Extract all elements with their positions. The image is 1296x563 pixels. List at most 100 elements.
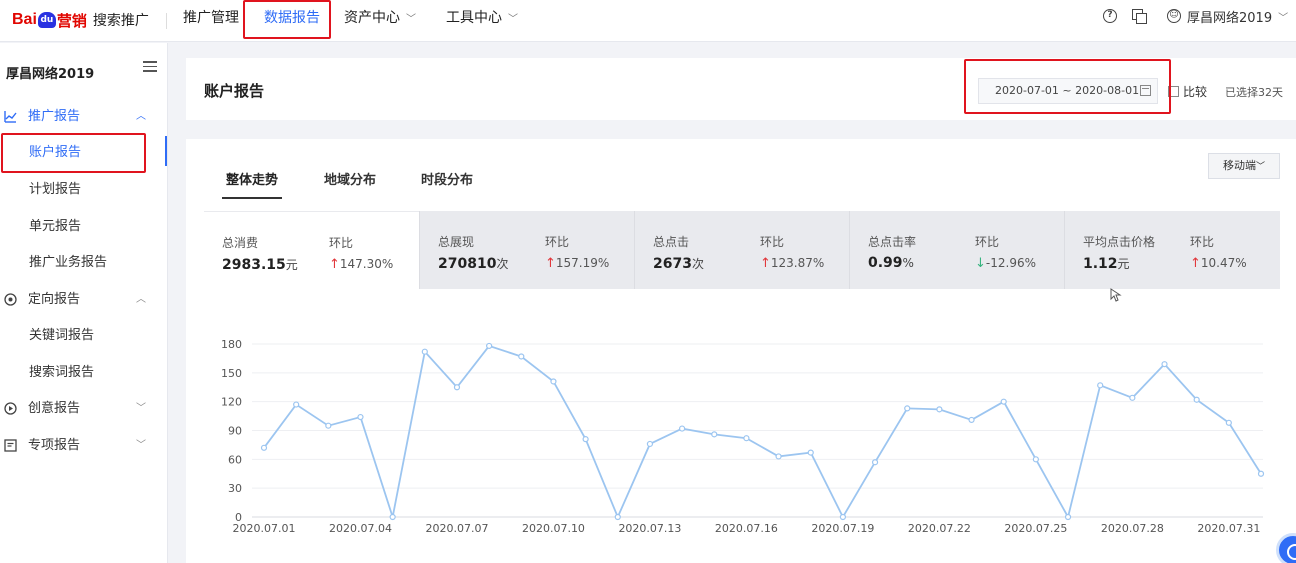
- compare-label: 比较: [1183, 85, 1208, 99]
- chevron-down-icon: ﹀: [1278, 12, 1289, 24]
- report-icon: [4, 439, 17, 452]
- data-point: [839, 513, 847, 521]
- sidebar: 厚昌网络2019 推广报告 ︿ 账户报告 计划报告 单元报告 推广业务报告 定向…: [0, 43, 168, 563]
- copy-button[interactable]: [1132, 6, 1147, 26]
- data-point: [1097, 382, 1104, 389]
- question-circle-icon: ?: [1103, 9, 1117, 23]
- chevron-down-icon: ﹀: [508, 14, 518, 25]
- chevron-up-icon: ︿: [136, 111, 146, 122]
- baidu-marketing-logo[interactable]: Bai du 营销 搜索推广: [12, 8, 149, 32]
- report-header-card: 账户报告 2020-07-01 ~ 2020-08-01 比较 已选择32天: [186, 58, 1296, 120]
- data-point: [389, 513, 396, 521]
- sidebar-group-promotion-report[interactable]: 推广报告 ︿: [0, 102, 168, 132]
- data-point: [1257, 470, 1265, 477]
- date-range-value: 2020-07-01 ~ 2020-08-01: [995, 84, 1140, 97]
- user-menu[interactable]: ☺ 厚昌网络2019 ﹀: [1167, 6, 1288, 26]
- y-tick-label: 150: [221, 367, 242, 380]
- x-tick-label: 2020.07.19: [811, 522, 874, 535]
- data-point: [968, 416, 975, 424]
- nav-tab-label: 资产中心: [344, 10, 400, 26]
- y-tick-label: 60: [228, 453, 242, 466]
- data-point: [646, 440, 654, 448]
- copy-icon: [1132, 9, 1147, 24]
- x-tick-label: 2020.07.25: [1004, 522, 1067, 535]
- target-icon: [4, 293, 17, 306]
- x-tick-label: 2020.07.01: [233, 522, 296, 535]
- compare-checkbox[interactable]: 比较: [1168, 83, 1207, 100]
- data-point: [678, 425, 686, 432]
- data-point: [904, 405, 911, 412]
- logo-bai-text: Bai: [12, 11, 37, 28]
- sidebar-group-label: 创意报告: [28, 401, 81, 416]
- nav-tab-label: 数据报告: [264, 10, 320, 26]
- y-tick-label: 90: [228, 425, 242, 438]
- logo-divider: [166, 13, 167, 29]
- line-chart-icon: [4, 111, 17, 123]
- data-point: [936, 406, 943, 413]
- sidebar-item-label: 关键词报告: [29, 328, 95, 343]
- data-point: [550, 378, 557, 385]
- user-circle-icon: ☺: [1167, 9, 1181, 23]
- y-tick-label: 30: [228, 482, 242, 495]
- sidebar-item-account-report[interactable]: 账户报告: [0, 138, 168, 168]
- play-circle-icon: [4, 402, 17, 415]
- data-point: [453, 384, 461, 391]
- data-point: [1032, 456, 1039, 463]
- help-button[interactable]: ?: [1103, 6, 1117, 26]
- data-point: [486, 342, 493, 350]
- sidebar-item-campaign-report[interactable]: 计划报告: [0, 175, 168, 205]
- data-point: [582, 436, 589, 443]
- checkbox-box: [1168, 86, 1179, 97]
- logo-paw-icon: du: [37, 12, 56, 28]
- x-tick-label: 2020.07.04: [329, 522, 392, 535]
- chevron-up-icon: ︿: [136, 294, 146, 305]
- sidebar-account-name: 厚昌网络2019: [6, 67, 95, 82]
- sidebar-item-search-term-report[interactable]: 搜索词报告: [0, 358, 168, 388]
- report-main-card: 整体走势 地域分布 时段分布 移动端﹀ 总消费 2983.15元 环比 ↑147…: [186, 139, 1296, 563]
- data-point: [614, 513, 621, 521]
- chevron-down-icon: ﹀: [136, 403, 146, 414]
- nav-tab-data-report[interactable]: 数据报告: [264, 0, 320, 42]
- mouse-cursor-icon: [1110, 288, 1122, 302]
- data-point: [293, 401, 300, 408]
- x-tick-label: 2020.07.22: [908, 522, 971, 535]
- collapse-sidebar-icon[interactable]: [143, 61, 157, 73]
- sidebar-item-label: 推广业务报告: [29, 255, 108, 270]
- sidebar-item-business-report[interactable]: 推广业务报告: [0, 248, 168, 278]
- nav-tab-tool-center[interactable]: 工具中心 ﹀: [446, 0, 518, 42]
- chevron-down-icon: ﹀: [406, 14, 416, 25]
- nav-tab-label: 工具中心: [446, 10, 502, 26]
- nav-tab-asset-center[interactable]: 资产中心 ﹀: [344, 0, 416, 42]
- sidebar-item-label: 搜索词报告: [29, 365, 95, 380]
- data-point: [1064, 513, 1072, 521]
- date-range-picker[interactable]: 2020-07-01 ~ 2020-08-01: [978, 78, 1158, 104]
- sidebar-item-unit-report[interactable]: 单元报告: [0, 212, 168, 242]
- x-tick-label: 2020.07.10: [522, 522, 585, 535]
- x-tick-label: 2020.07.16: [715, 522, 778, 535]
- data-point: [325, 422, 332, 429]
- x-tick-label: 2020.07.28: [1101, 522, 1164, 535]
- data-point: [711, 431, 718, 438]
- data-point: [807, 449, 814, 456]
- sidebar-item-keyword-report[interactable]: 关键词报告: [0, 321, 168, 351]
- product-name: 搜索推广: [92, 13, 149, 29]
- calendar-icon: [1140, 85, 1151, 96]
- sidebar-group-targeting-report[interactable]: 定向报告 ︿: [0, 285, 168, 315]
- nav-tab-label: 推广管理: [183, 10, 239, 26]
- user-name: 厚昌网络2019: [1187, 10, 1273, 26]
- data-point: [775, 453, 782, 460]
- trend-line-chart[interactable]: 03060901201501802020.07.01 2020.07.04 2020…: [186, 139, 1296, 563]
- data-point: [260, 444, 268, 451]
- sidebar-group-special-report[interactable]: 专项报告 ﹀: [0, 431, 168, 461]
- page-title: 账户报告: [204, 82, 265, 100]
- data-point: [871, 459, 879, 466]
- nav-tab-promotion-management[interactable]: 推广管理: [183, 0, 239, 42]
- data-point: [1161, 361, 1168, 368]
- x-tick-label: 2020.07.13: [618, 522, 681, 535]
- data-point: [357, 413, 364, 421]
- data-point: [518, 353, 525, 360]
- data-point: [1000, 398, 1007, 405]
- y-tick-label: 120: [221, 396, 242, 409]
- data-point: [1129, 394, 1136, 401]
- sidebar-group-creative-report[interactable]: 创意报告 ﹀: [0, 394, 168, 424]
